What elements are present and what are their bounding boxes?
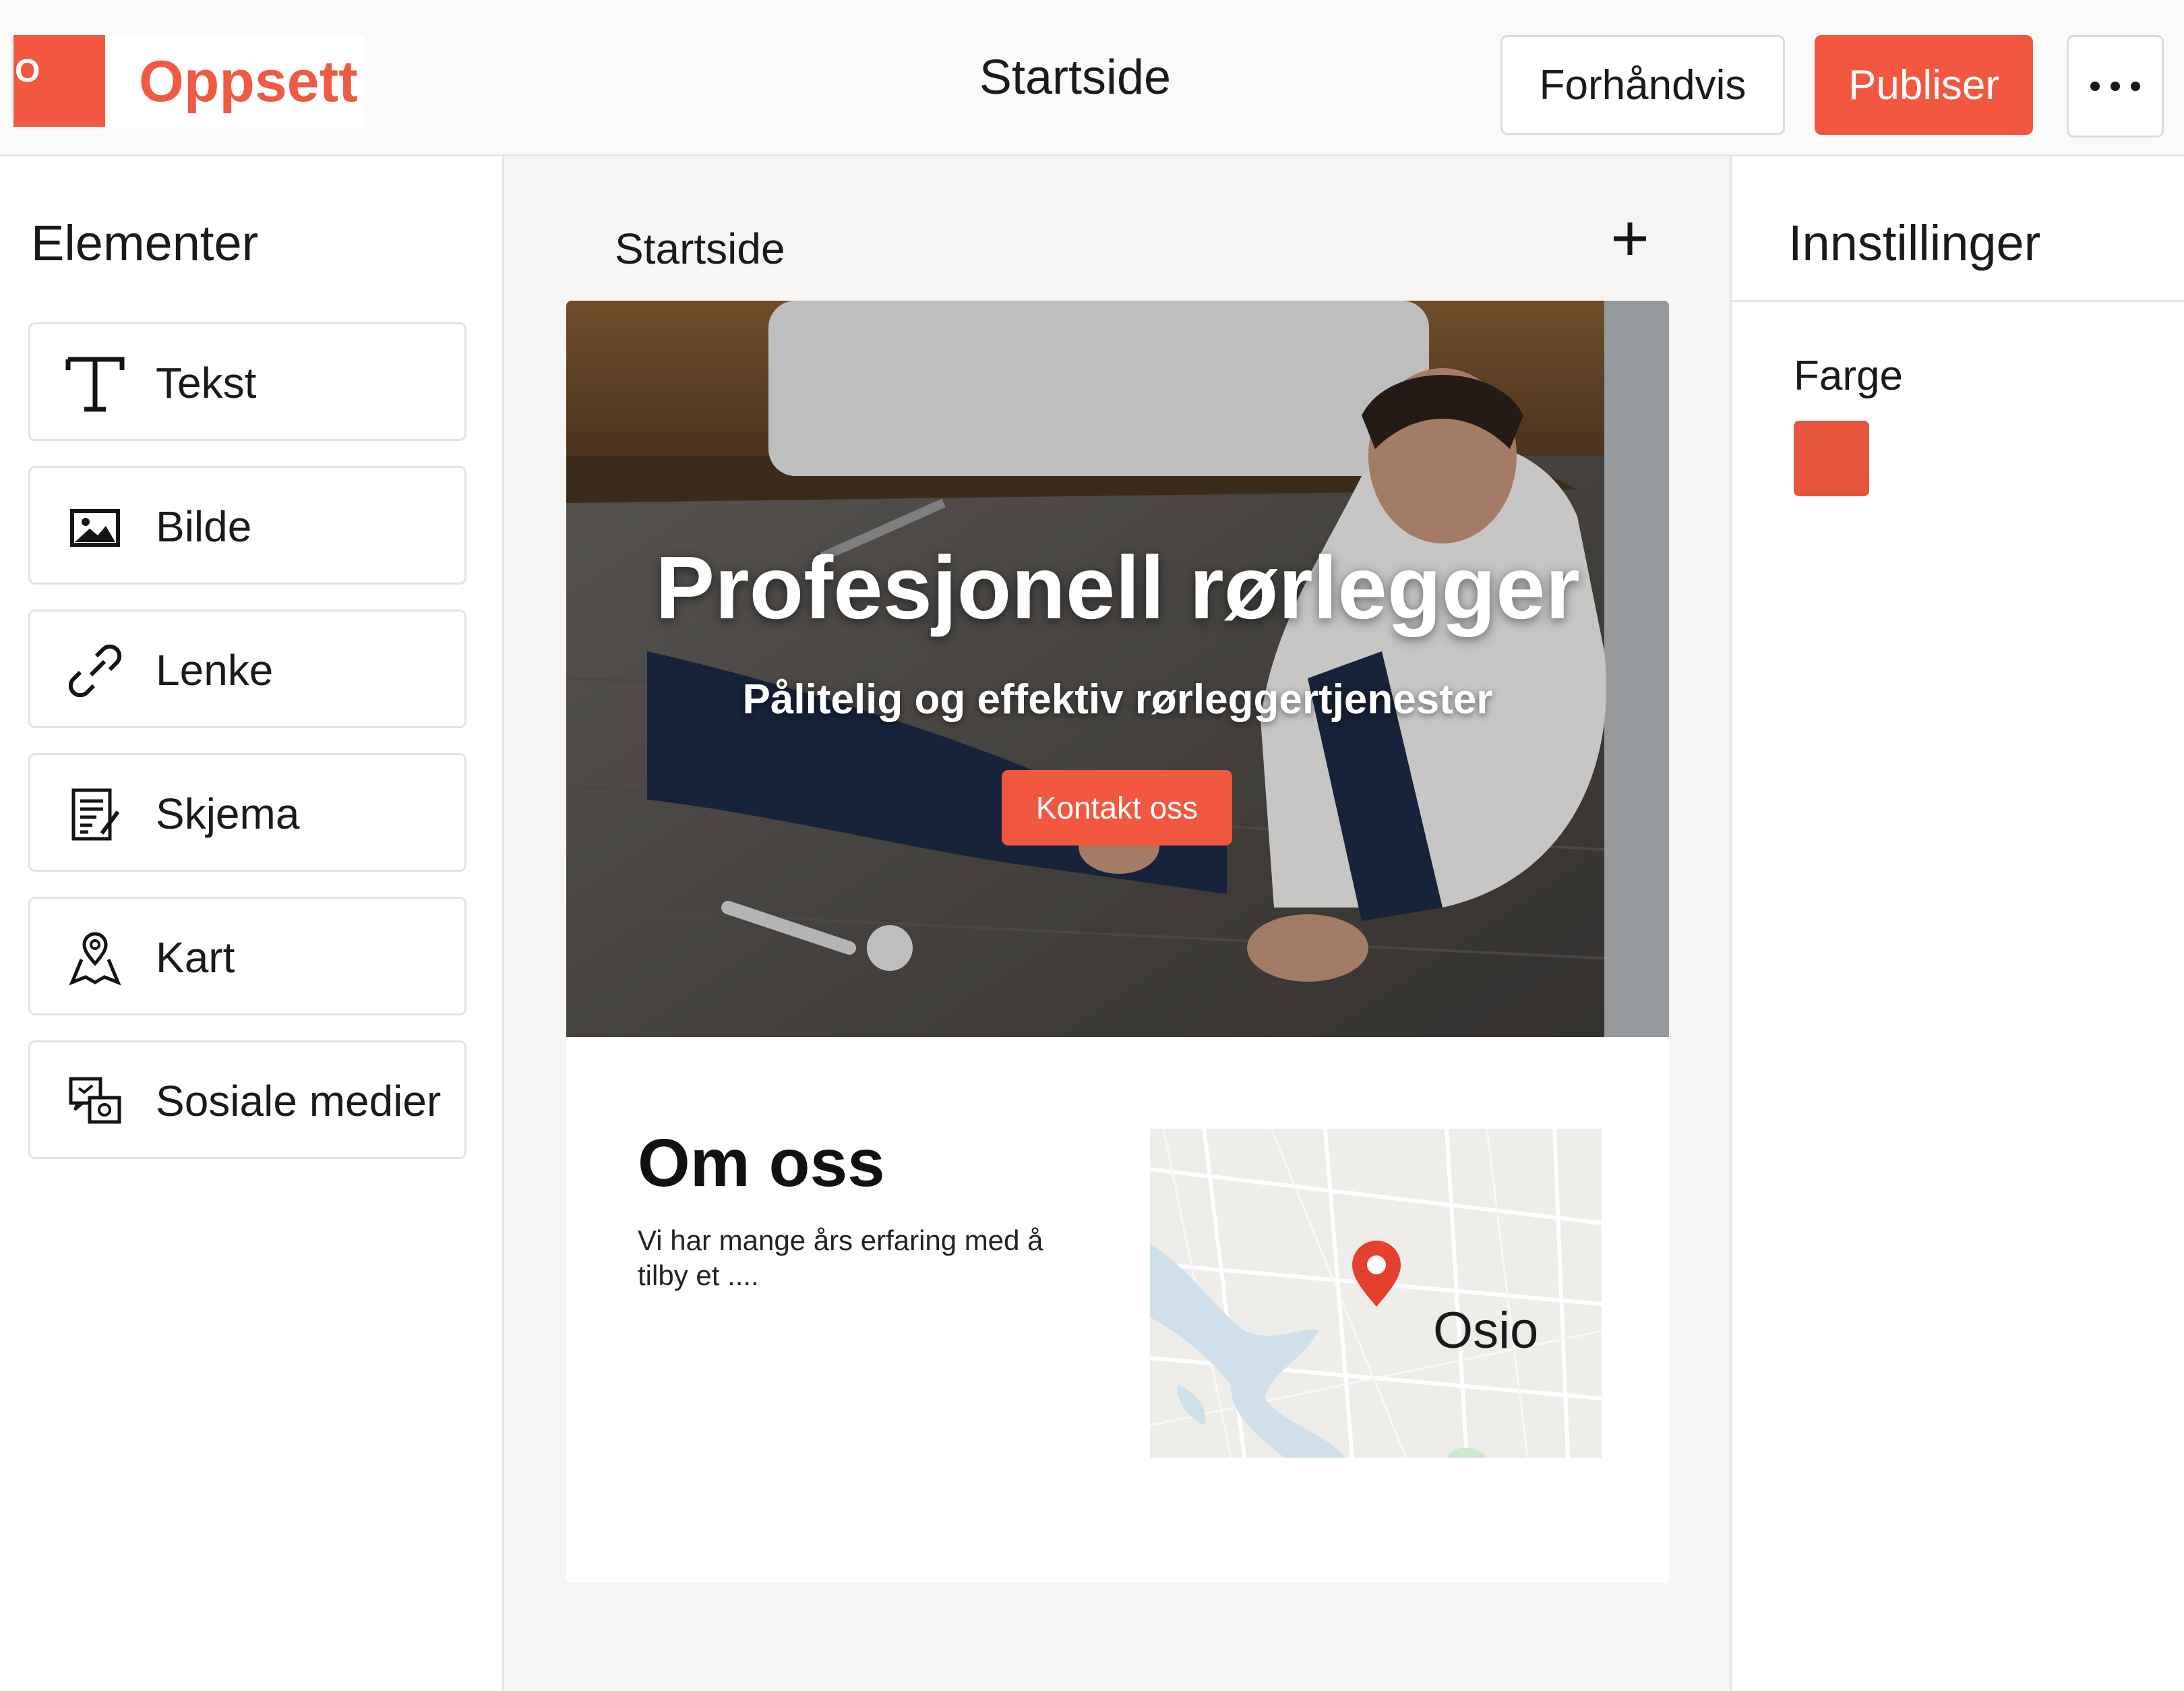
page-preview: Profesjonell rørlegger Pålitelig og effe… <box>566 301 1669 1583</box>
hero-subtitle[interactable]: Pålitelig og effektiv rørleggertjenester <box>566 676 1669 723</box>
sidebar-item-social-media[interactable]: Sosiale medier <box>28 1040 466 1159</box>
settings-panel: Innstillinger Farge <box>1730 156 2184 1691</box>
map-widget[interactable]: Osio <box>1150 1129 1602 1458</box>
editor-canvas: Startside Profesjonell rørlegger Pålitel… <box>504 156 1730 1691</box>
sidebar-item-image[interactable]: Bilde <box>28 466 466 585</box>
sidebar-item-label: Kart <box>156 933 235 982</box>
hero-title[interactable]: Profesjonell rørlegger <box>566 537 1669 639</box>
document-title: Startside <box>979 51 1172 105</box>
add-page-button[interactable] <box>1596 205 1664 272</box>
contact-button[interactable]: Kontakt oss <box>1002 770 1232 846</box>
about-title[interactable]: Om oss <box>638 1125 885 1202</box>
sidebar-item-form[interactable]: Skjema <box>28 753 466 872</box>
sidebar-item-label: Lenke <box>156 646 274 694</box>
sidebar-item-text[interactable]: Tekst <box>28 322 466 441</box>
sidebar-title: Elementer <box>31 215 259 271</box>
color-label: Farge <box>1794 353 1903 399</box>
sidebar-item-label: Tekst <box>156 359 257 407</box>
logo-letter: O <box>15 53 40 89</box>
hero-background-image <box>566 301 1669 1037</box>
link-icon <box>68 644 122 698</box>
sidebar-item-link[interactable]: Lenke <box>28 610 466 728</box>
publish-button[interactable]: Publiser <box>1815 35 2033 135</box>
image-icon <box>70 509 120 547</box>
page-tab[interactable]: Startside <box>615 224 785 274</box>
social-media-icon <box>69 1077 121 1124</box>
sidebar-item-map[interactable]: Kart <box>28 897 466 1015</box>
app-name: Oppsett <box>139 49 358 114</box>
top-bar: O Oppsett Startside Forhåndvis Publiser <box>0 0 2184 156</box>
about-text[interactable]: Vi har mange års erfaring med å tilby et… <box>638 1223 1069 1293</box>
more-options-button[interactable] <box>2067 35 2164 138</box>
map-pin-icon <box>1352 1241 1401 1307</box>
settings-title: Innstillinger <box>1788 215 2041 271</box>
more-icon <box>2090 82 2140 91</box>
settings-header: Innstillinger <box>1732 156 2184 302</box>
preview-button[interactable]: Forhåndvis <box>1500 35 1785 135</box>
map-city-label: Osio <box>1433 1302 1539 1359</box>
sidebar-item-label: Sosiale medier <box>156 1077 442 1125</box>
sidebar-item-label: Bilde <box>156 502 252 551</box>
logo[interactable]: O <box>13 35 105 127</box>
color-swatch[interactable] <box>1794 421 1869 496</box>
text-icon <box>65 357 125 412</box>
plus-icon <box>1614 222 1646 255</box>
elements-sidebar: Elementer Tekst Bilde Lenke Skjema Kart … <box>0 156 504 1691</box>
form-icon <box>71 788 120 841</box>
hero-section[interactable]: Profesjonell rørlegger Pålitelig og effe… <box>566 301 1669 1037</box>
sidebar-item-label: Skjema <box>156 790 300 838</box>
logo-wordmark: Oppsett <box>105 35 364 127</box>
map-icon <box>69 932 121 986</box>
